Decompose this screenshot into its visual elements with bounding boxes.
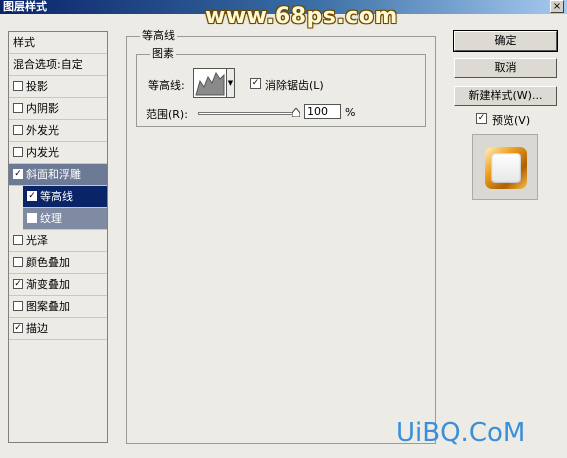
style-checkbox[interactable]: [13, 235, 23, 245]
preview-checkbox[interactable]: ✓: [476, 113, 487, 124]
range-slider[interactable]: [198, 112, 300, 115]
watermark-bottom: UiBQ.CoM: [396, 418, 526, 448]
style-item-label: 渐变叠加: [26, 278, 70, 291]
range-unit: %: [345, 106, 356, 119]
style-item[interactable]: 颜色叠加: [9, 252, 107, 274]
contour-group-title: 等高线: [140, 29, 177, 42]
elements-subgroup-title: 图素: [150, 47, 176, 60]
style-item-label: 等高线: [40, 190, 73, 203]
chevron-down-icon[interactable]: ▼: [226, 68, 235, 98]
cancel-button[interactable]: 取消: [454, 58, 557, 78]
contour-curve-icon: [195, 71, 225, 96]
style-checkbox[interactable]: [13, 81, 23, 91]
style-item[interactable]: ✓ 描边: [9, 318, 107, 340]
watermark-top: www.68ps.com: [205, 4, 398, 29]
range-slider-thumb[interactable]: [292, 108, 300, 117]
style-checkbox[interactable]: ✓: [13, 169, 23, 179]
style-item[interactable]: ✓ 等高线: [23, 186, 107, 208]
range-input[interactable]: 100: [304, 104, 341, 119]
style-item[interactable]: 投影: [9, 76, 107, 98]
style-item-label: 样式: [13, 36, 35, 49]
style-item[interactable]: ✓ 渐变叠加: [9, 274, 107, 296]
styles-list: 样式 混合选项:自定 投影 内阴影 外发光 内发光 ✓ 斜面和浮雕 ✓ 等高线 纹理 光泽 颜色叠加 ✓ 渐…: [8, 31, 108, 443]
preview-swatch-face: [491, 153, 521, 183]
ok-button[interactable]: 确定: [453, 30, 558, 52]
style-checkbox[interactable]: [13, 147, 23, 157]
style-item[interactable]: 内阴影: [9, 98, 107, 120]
style-item-label: 光泽: [26, 234, 48, 247]
anti-alias-label: 消除锯齿(L): [265, 79, 324, 92]
style-item-label: 描边: [26, 322, 48, 335]
style-item[interactable]: 纹理: [23, 208, 107, 230]
style-checkbox[interactable]: ✓: [13, 323, 23, 333]
style-checkbox[interactable]: [27, 213, 37, 223]
style-item-label: 混合选项:自定: [13, 58, 83, 71]
style-item-label: 斜面和浮雕: [26, 168, 81, 181]
window-title: 图层样式: [3, 0, 47, 13]
style-item[interactable]: 外发光: [9, 120, 107, 142]
new-style-button[interactable]: 新建样式(W)...: [454, 86, 557, 106]
style-item[interactable]: ✓ 斜面和浮雕: [9, 164, 107, 186]
anti-alias-checkbox[interactable]: ✓: [250, 78, 261, 89]
style-item-label: 投影: [26, 80, 48, 93]
contour-label: 等高线:: [148, 79, 185, 92]
style-item-label: 颜色叠加: [26, 256, 70, 269]
style-item[interactable]: 内发光: [9, 142, 107, 164]
style-preview: [472, 134, 538, 200]
style-checkbox[interactable]: ✓: [27, 191, 37, 201]
style-item[interactable]: 光泽: [9, 230, 107, 252]
style-checkbox[interactable]: [13, 103, 23, 113]
range-label: 范围(R):: [146, 108, 188, 121]
close-button[interactable]: ×: [550, 0, 564, 13]
style-item-label: 外发光: [26, 124, 59, 137]
style-checkbox[interactable]: [13, 301, 23, 311]
preview-swatch: [485, 147, 527, 189]
style-checkbox[interactable]: ✓: [13, 279, 23, 289]
preview-label: 预览(V): [492, 114, 531, 127]
style-item-label: 纹理: [40, 212, 62, 225]
style-item-label: 内发光: [26, 146, 59, 159]
style-item-label: 图案叠加: [26, 300, 70, 313]
style-checkbox[interactable]: [13, 125, 23, 135]
style-item-label: 内阴影: [26, 102, 59, 115]
style-checkbox[interactable]: [13, 257, 23, 267]
style-item[interactable]: 样式: [9, 32, 107, 54]
contour-picker[interactable]: [193, 68, 227, 98]
style-item[interactable]: 图案叠加: [9, 296, 107, 318]
style-item[interactable]: 混合选项:自定: [9, 54, 107, 76]
